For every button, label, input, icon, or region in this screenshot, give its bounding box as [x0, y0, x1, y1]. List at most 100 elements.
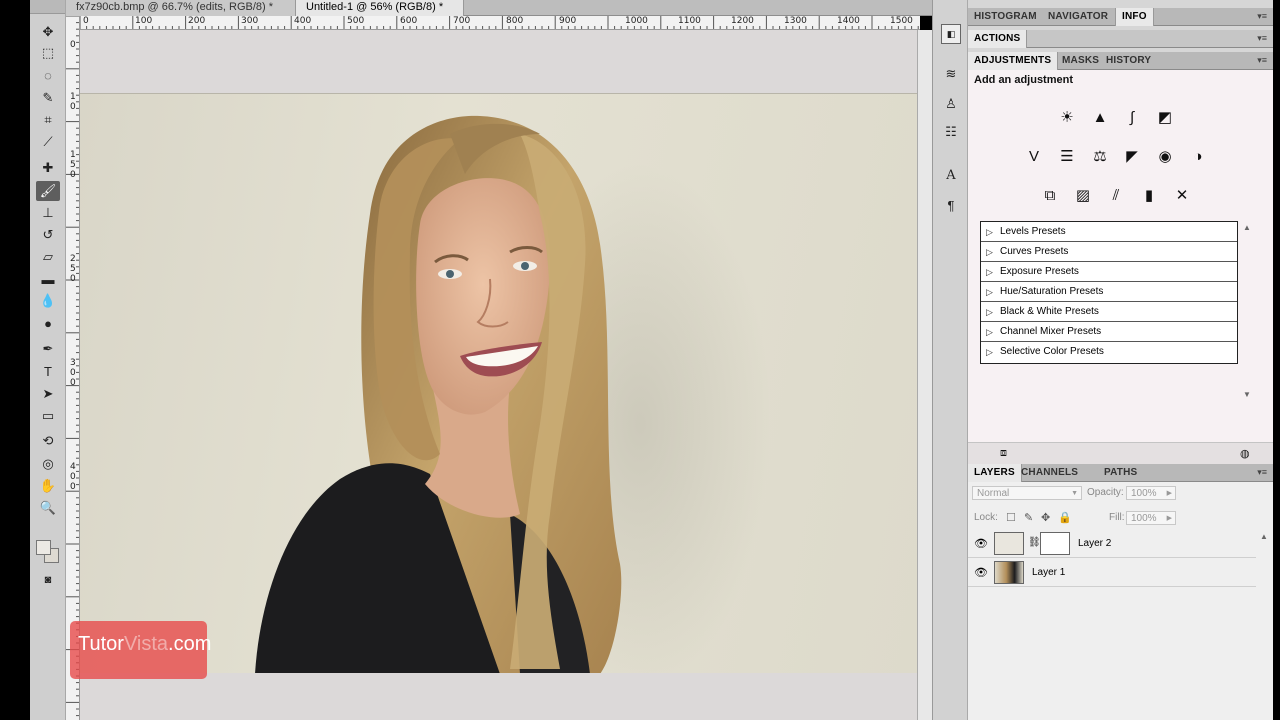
brightness-contrast-icon[interactable]: ☀ [1056, 106, 1078, 128]
tab-document-1[interactable]: fx7z90cb.bmp @ 66.7% (edits, RGB/8) * × [66, 0, 296, 27]
fill-field[interactable]: 100% ▶ [1126, 511, 1176, 525]
character-panel-icon[interactable]: A [941, 165, 961, 185]
chain-link-icon[interactable]: ⛓ [1028, 537, 1041, 548]
lock-all-icon[interactable]: 🔒 [1058, 511, 1072, 524]
lock-position-icon[interactable]: ✥ [1041, 511, 1050, 524]
dodge-tool-icon[interactable]: ● [36, 313, 60, 333]
clone-source-icon[interactable]: ♙ [941, 94, 961, 114]
curves-icon[interactable]: ∫ [1121, 106, 1143, 128]
pen-tool-icon[interactable]: ✒ [36, 339, 60, 359]
3d-orbit-tool-icon[interactable]: ◎ [36, 454, 60, 474]
hand-tool-icon[interactable]: ✋ [36, 476, 60, 496]
expand-triangle-icon[interactable]: ▷ [986, 242, 993, 262]
tab-adjustments[interactable]: ADJUSTMENTS [968, 52, 1059, 70]
tab-navigator[interactable]: NAVIGATOR [1042, 8, 1114, 26]
canvas-vertical-scrollbar[interactable] [917, 30, 932, 720]
type-tool-icon[interactable]: T [36, 361, 60, 381]
blur-tool-icon[interactable]: 💧 [36, 291, 60, 311]
expand-triangle-icon[interactable]: ▷ [986, 302, 993, 322]
shape-tool-icon[interactable]: ▭ [36, 406, 60, 426]
history-brush-tool-icon[interactable]: ↺ [36, 225, 60, 245]
vibrance-icon[interactable]: V [1023, 145, 1045, 167]
brush-tool-icon[interactable]: 🖌 [36, 181, 60, 201]
channel-mixer-icon[interactable]: ◑ [1187, 145, 1209, 167]
panel-menu-icon[interactable]: ▾≡ [1257, 11, 1267, 22]
lock-transparent-icon[interactable]: ☐ [1006, 511, 1016, 524]
3d-rotate-tool-icon[interactable]: ⟲ [36, 431, 60, 451]
crop-tool-icon[interactable]: ⌗ [36, 110, 60, 130]
scroll-up-icon[interactable]: ▲ [1243, 223, 1251, 232]
invert-icon[interactable]: ⧉ [1039, 184, 1061, 206]
layer-row[interactable]: 👁 ⛓ Layer 2 [968, 530, 1256, 558]
scroll-up-icon[interactable]: ▲ [1260, 532, 1268, 541]
tab-actions[interactable]: ACTIONS [968, 30, 1028, 48]
tab-layers[interactable]: LAYERS [968, 464, 1022, 482]
healing-tool-icon[interactable]: ✚ [36, 158, 60, 178]
black-white-icon[interactable]: ◤ [1121, 145, 1143, 167]
gradient-map-icon[interactable]: ▮ [1138, 184, 1160, 206]
move-tool-icon[interactable]: ✥ [36, 22, 60, 42]
presets-scrollbar[interactable]: ▲ ▼ [1241, 221, 1253, 401]
tools-panel-grip[interactable] [30, 0, 65, 14]
quick-mask-icon[interactable]: ◙ [36, 570, 60, 590]
histogram-icon[interactable]: ◧ [941, 24, 961, 44]
list-item[interactable]: ▷ Channel Mixer Presets [981, 322, 1237, 342]
clone-stamp-tool-icon[interactable]: ⊥ [36, 203, 60, 223]
expand-triangle-icon[interactable]: ▷ [986, 322, 993, 342]
ruler-label: 0 [70, 274, 76, 284]
selective-color-icon[interactable]: ✕ [1171, 184, 1193, 206]
expand-triangle-icon[interactable]: ▷ [986, 282, 993, 302]
posterize-icon[interactable]: ▨ [1072, 184, 1094, 206]
tab-info[interactable]: INFO [1115, 8, 1154, 26]
hue-saturation-icon[interactable]: ☰ [1056, 145, 1078, 167]
brush-preset-icon[interactable]: ≋ [941, 64, 961, 84]
expand-triangle-icon[interactable]: ▷ [986, 262, 993, 282]
eye-icon[interactable]: 👁 [974, 566, 988, 579]
quick-select-tool-icon[interactable]: ✎ [36, 88, 60, 108]
panel-menu-icon[interactable]: ▾≡ [1257, 33, 1267, 44]
path-select-tool-icon[interactable]: ➤ [36, 384, 60, 404]
scroll-down-icon[interactable]: ▼ [1243, 390, 1251, 399]
layer-row[interactable]: 👁 Layer 1 [968, 559, 1256, 587]
tab-paths[interactable]: PATHS [1098, 464, 1143, 482]
clip-to-layer-icon[interactable]: ⧈ [1000, 447, 1007, 460]
layer-mask-thumbnail[interactable] [1040, 532, 1070, 555]
eraser-tool-icon[interactable]: ▱ [36, 247, 60, 267]
list-item[interactable]: ▷ Hue/Saturation Presets [981, 282, 1237, 302]
tool-presets-icon[interactable]: ☷ [941, 122, 961, 142]
exposure-icon[interactable]: ◩ [1154, 106, 1176, 128]
panel-menu-icon[interactable]: ▾≡ [1257, 55, 1267, 66]
levels-icon[interactable]: ▲ [1089, 106, 1111, 128]
preset-label: Hue/Saturation Presets [1000, 286, 1104, 297]
panel-menu-icon[interactable]: ▾≡ [1257, 467, 1267, 478]
photo-filter-icon[interactable]: ◉ [1154, 145, 1176, 167]
tab-history[interactable]: HISTORY [1100, 52, 1157, 70]
lock-image-icon[interactable]: ✎ [1024, 511, 1033, 524]
color-balance-icon[interactable]: ⚖ [1089, 145, 1111, 167]
list-item[interactable]: ▷ Exposure Presets [981, 262, 1237, 282]
expand-triangle-icon[interactable]: ▷ [986, 342, 993, 362]
list-item[interactable]: ▷ Levels Presets [981, 222, 1237, 242]
tab-masks[interactable]: MASKS [1056, 52, 1105, 70]
eye-icon[interactable]: 👁 [974, 537, 988, 550]
gradient-tool-icon[interactable]: ▬ [36, 269, 60, 289]
list-item[interactable]: ▷ Curves Presets [981, 242, 1237, 262]
zoom-tool-icon[interactable]: 🔍 [36, 498, 60, 518]
paragraph-panel-icon[interactable]: ¶ [941, 195, 961, 215]
expand-triangle-icon[interactable]: ▷ [986, 222, 993, 242]
blend-mode-select[interactable]: Normal ▼ [972, 486, 1082, 500]
eyedropper-tool-icon[interactable]: ⟋ [36, 132, 60, 152]
view-previous-icon[interactable]: ◍ [1240, 447, 1250, 460]
tab-histogram[interactable]: HISTOGRAM [968, 8, 1043, 26]
lasso-tool-icon[interactable]: ◌ [36, 65, 60, 85]
layer-name: Layer 2 [1078, 538, 1112, 549]
tab-channels[interactable]: CHANNELS [1015, 464, 1084, 482]
document-canvas[interactable] [80, 93, 917, 673]
list-item[interactable]: ▷ Selective Color Presets [981, 342, 1237, 362]
tab-document-2[interactable]: Untitled-1 @ 56% (RGB/8) * × [296, 0, 464, 27]
list-item[interactable]: ▷ Black & White Presets [981, 302, 1237, 322]
opacity-field[interactable]: 100% ▶ [1126, 486, 1176, 500]
marquee-tool-icon[interactable]: ⬚ [36, 43, 60, 63]
foreground-color-swatch[interactable] [36, 540, 51, 555]
threshold-icon[interactable]: ⫽ [1105, 184, 1127, 206]
